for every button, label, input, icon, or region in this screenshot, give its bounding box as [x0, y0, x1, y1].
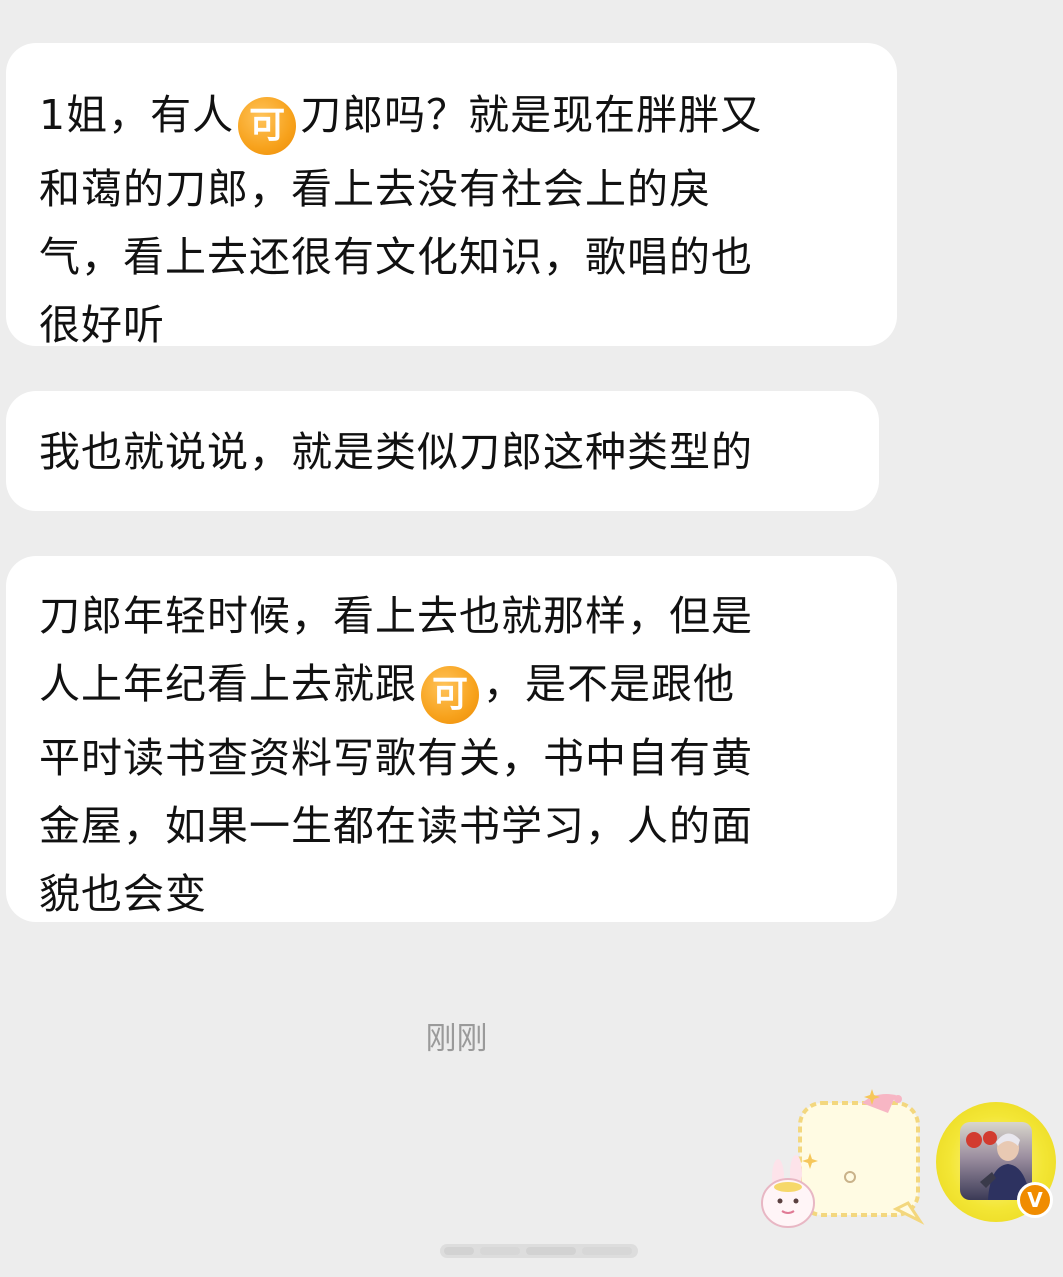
- message-line: 和蔼的刀郎，看上去没有社会上的戾: [39, 155, 863, 223]
- bunny-sticker-icon[interactable]: [758, 1085, 930, 1235]
- message-text: 平时读书查资料写歌有关，书中自有黄: [39, 734, 753, 782]
- message-bubble-3[interactable]: 刀郎年轻时候，看上去也就那样，但是 人上年纪看上去就跟可，是不是跟他 平时读书查资料…: [6, 556, 897, 922]
- message-text: 很好听: [39, 301, 165, 349]
- message-bubble-1[interactable]: 1姐，有人可刀郎吗？就是现在胖胖又和蔼的刀郎，看上去没有社会上的戾 气，看上去还很…: [6, 43, 897, 349]
- message-text: 金屋，如果一生都在读书学习，人的面: [39, 802, 753, 850]
- message-timestamp: 刚刚: [425, 1021, 488, 1057]
- message-line: 貌也会变: [39, 860, 863, 928]
- message-line: 我也就说说，就是类似刀郎这种类型的: [39, 418, 845, 486]
- ke-emoji-icon: 可: [238, 97, 297, 155]
- message-bubble-2[interactable]: 我也就说说，就是类似刀郎这种类型的: [6, 391, 879, 511]
- message-text: ，是不是跟他: [483, 660, 735, 708]
- message-text: 人上年纪看上去就跟: [39, 660, 417, 708]
- message-text: 我也就说说，就是类似刀郎这种类型的: [39, 428, 753, 476]
- ke-emoji-icon: 可: [421, 666, 479, 724]
- message-text: 貌也会变: [39, 870, 207, 918]
- message-line: 气，看上去还很有文化知识，歌唱的也: [39, 223, 863, 291]
- verified-badge-icon: V: [1017, 1182, 1053, 1218]
- message-line: 刀郎年轻时候，看上去也就那样，但是: [39, 582, 863, 650]
- message-line: 平时读书查资料写歌有关，书中自有黄: [39, 724, 863, 792]
- message-line: 很好听: [39, 291, 863, 359]
- message-text: 刀郎吗？就是现在胖胖又: [300, 91, 763, 139]
- message-line: 1姐，有人可刀郎吗？就是现在胖胖又: [39, 81, 863, 155]
- message-line: 人上年纪看上去就跟可，是不是跟他: [39, 650, 863, 724]
- message-text: 1姐，有人: [39, 91, 235, 139]
- message-text: 刀郎年轻时候，看上去也就那样，但是: [39, 592, 753, 640]
- watermark: [440, 1244, 638, 1258]
- message-text: 和蔼的刀郎，看上去没有社会上的戾: [39, 165, 711, 213]
- message-line: 金屋，如果一生都在读书学习，人的面: [39, 792, 863, 860]
- message-text: 气，看上去还很有文化知识，歌唱的也: [39, 233, 753, 281]
